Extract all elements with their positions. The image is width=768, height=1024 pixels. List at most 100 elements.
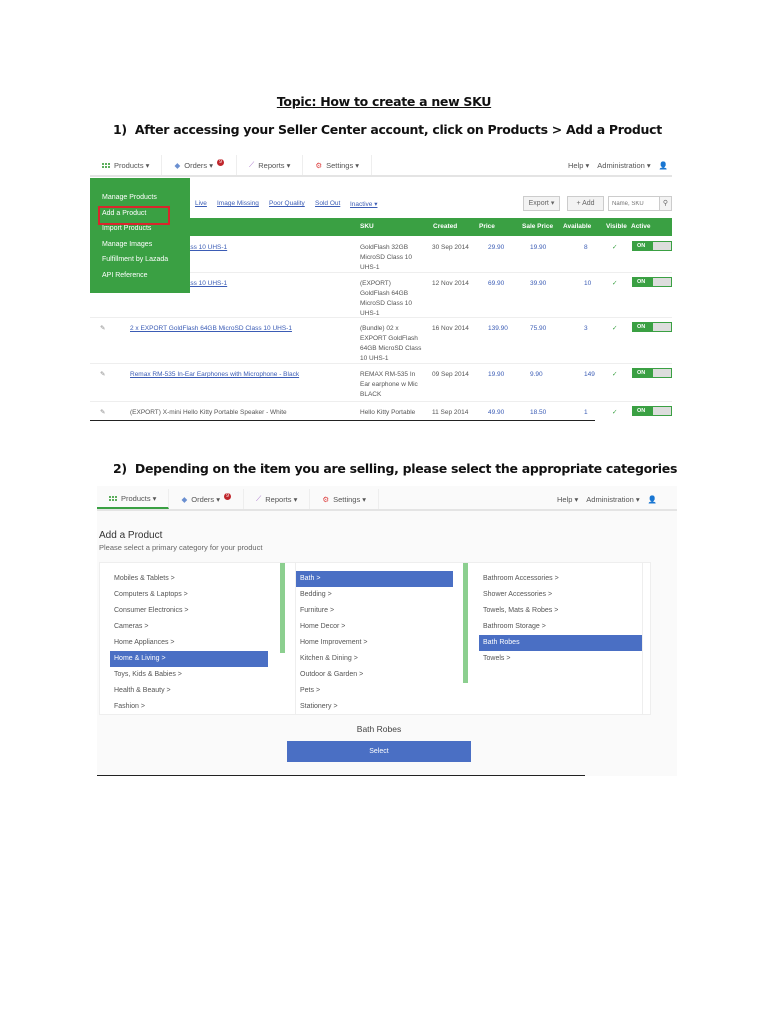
category-item[interactable]: Kitchen & Dining > bbox=[296, 651, 453, 667]
toggle-label: ON bbox=[633, 242, 653, 250]
menu-manage-images[interactable]: Manage Images bbox=[102, 239, 190, 255]
category-item[interactable]: Home Improvement > bbox=[296, 635, 453, 651]
category-item[interactable]: Consumer Electronics > bbox=[110, 603, 268, 619]
nav-reports[interactable]: ⟋ Reports ▾ bbox=[237, 155, 304, 175]
category-item[interactable]: Home Decor > bbox=[296, 619, 453, 635]
col-sku[interactable]: SKU bbox=[360, 223, 374, 230]
category-item[interactable]: Bedding > bbox=[296, 587, 453, 603]
nav-products[interactable]: Products ▾ bbox=[90, 155, 163, 175]
menu-manage-products[interactable]: Manage Products bbox=[102, 192, 190, 208]
nav-orders[interactable]: ◆ Orders ▾ 9 bbox=[162, 155, 238, 175]
nav-label: Settings ▾ bbox=[333, 494, 367, 504]
category-item[interactable]: Shower Accessories > bbox=[479, 587, 642, 603]
nav-administration[interactable]: Administration ▾ bbox=[597, 161, 650, 170]
toggle-label: ON bbox=[633, 323, 653, 331]
category-item[interactable]: Toys, Kids & Babies > bbox=[110, 667, 268, 683]
filter-inactive[interactable]: Inactive ▾ bbox=[350, 200, 377, 208]
filter-live[interactable]: Live bbox=[195, 200, 207, 207]
pencil-icon[interactable]: ✎ bbox=[100, 370, 105, 380]
menu-fulfillment-by-lazada[interactable]: Fulfillment by Lazada bbox=[102, 254, 190, 270]
nav-settings[interactable]: ⚙ Settings ▾ bbox=[310, 489, 380, 509]
menu-import-products[interactable]: Import Products bbox=[102, 223, 190, 239]
price: 49.90 bbox=[488, 409, 505, 416]
selected-category: Bath Robes bbox=[356, 724, 402, 734]
col-sale-price[interactable]: Sale Price bbox=[522, 223, 553, 230]
scrollbar[interactable] bbox=[280, 563, 285, 653]
user-icon[interactable]: 👤 bbox=[648, 495, 657, 504]
pencil-icon[interactable]: ✎ bbox=[100, 408, 105, 418]
nav-products[interactable]: Products ▾ bbox=[97, 489, 170, 509]
created: 12 Nov 2014 bbox=[432, 280, 469, 287]
menu-add-a-product[interactable]: Add a Product bbox=[98, 205, 170, 225]
col-created[interactable]: Created bbox=[433, 223, 457, 230]
product-name[interactable]: Remax RM-535 In-Ear Earphones with Micro… bbox=[130, 370, 299, 380]
search-icon[interactable]: ⚲ bbox=[659, 196, 672, 211]
category-item[interactable]: Health & Beauty > bbox=[110, 683, 268, 699]
category-item[interactable]: Towels, Mats & Robes > bbox=[479, 603, 642, 619]
scrollbar[interactable] bbox=[463, 563, 468, 683]
visible-check-icon: ✓ bbox=[612, 280, 618, 287]
price: 19.90 bbox=[488, 371, 505, 378]
nav-help[interactable]: Help ▾ bbox=[568, 161, 589, 170]
section-title: Add a Product bbox=[99, 530, 163, 541]
step-number: 2) bbox=[113, 461, 127, 476]
product-name: (EXPORT) X-mini Hello Kitty Portable Spe… bbox=[130, 409, 287, 416]
nav-administration[interactable]: Administration ▾ bbox=[586, 495, 639, 504]
chart-icon: ⟋ bbox=[256, 494, 262, 503]
filter-image-missing[interactable]: Image Missing bbox=[217, 200, 259, 207]
pencil-icon[interactable]: ✎ bbox=[100, 324, 105, 334]
nav-label: Orders ▾ bbox=[191, 494, 221, 504]
menu-api-reference[interactable]: API Reference bbox=[102, 270, 190, 286]
category-item[interactable]: Cameras > bbox=[110, 619, 268, 635]
sale-price: 9.90 bbox=[530, 371, 543, 378]
category-item[interactable]: Bath Robes bbox=[479, 635, 642, 651]
product-name[interactable]: 2 x EXPORT GoldFlash 64GB MicroSD Class … bbox=[130, 324, 292, 334]
category-item[interactable]: Furniture > bbox=[296, 603, 453, 619]
category-item[interactable]: Bathroom Storage > bbox=[479, 619, 642, 635]
nav-help[interactable]: Help ▾ bbox=[557, 495, 578, 504]
category-picker: Mobiles & Tablets > Computers & Laptops >… bbox=[99, 562, 651, 715]
category-item[interactable]: Fashion > bbox=[110, 699, 268, 715]
nav-orders[interactable]: ◆ Orders ▾ 9 bbox=[169, 489, 245, 509]
active-toggle[interactable]: ON bbox=[632, 241, 672, 251]
gear-icon: ⚙ bbox=[322, 494, 330, 504]
category-item[interactable]: Mobiles & Tablets > bbox=[110, 571, 268, 587]
active-toggle[interactable]: ON bbox=[632, 406, 672, 416]
category-item[interactable]: Stationery > bbox=[296, 699, 453, 715]
nav-settings[interactable]: ⚙ Settings ▾ bbox=[303, 155, 373, 175]
table-row: ✎ Remax RM-535 In-Ear Earphones with Mic… bbox=[90, 364, 672, 402]
search-input[interactable] bbox=[608, 196, 660, 211]
active-toggle[interactable]: ON bbox=[632, 322, 672, 332]
col-price[interactable]: Price bbox=[479, 223, 495, 230]
add-button[interactable]: + Add bbox=[567, 196, 604, 211]
orders-badge: 9 bbox=[224, 492, 232, 500]
active-toggle[interactable]: ON bbox=[632, 277, 672, 287]
category-item[interactable]: Pets > bbox=[296, 683, 453, 699]
sku: Hello Kitty Portable bbox=[360, 409, 416, 416]
created: 11 Sep 2014 bbox=[432, 409, 469, 416]
nav-reports[interactable]: ⟋ Reports ▾ bbox=[244, 489, 311, 509]
nav-label: Reports ▾ bbox=[265, 494, 298, 504]
filter-sold-out[interactable]: Sold Out bbox=[315, 200, 340, 207]
col-active[interactable]: Active bbox=[631, 223, 651, 230]
category-item[interactable]: Home Appliances > bbox=[110, 635, 268, 651]
section-subtitle: Please select a primary category for you… bbox=[99, 543, 263, 552]
add-product-screenshot: Products ▾ ◆ Orders ▾ 9 ⟋ Reports ▾ ⚙ Settin… bbox=[97, 486, 677, 776]
category-item[interactable]: Towels > bbox=[479, 651, 642, 667]
select-button[interactable]: Select bbox=[287, 741, 471, 762]
category-item[interactable]: Home & Living > bbox=[110, 651, 268, 667]
top-nav: Products ▾ ◆ Orders ▾ 9 ⟋ Reports ▾ ⚙ Settin… bbox=[97, 489, 677, 511]
orders-badge: 9 bbox=[217, 158, 225, 166]
filter-poor-quality[interactable]: Poor Quality bbox=[269, 200, 305, 207]
col-available[interactable]: Available bbox=[563, 223, 591, 230]
category-item[interactable]: Computers & Laptops > bbox=[110, 587, 268, 603]
export-button[interactable]: Export ▾ bbox=[523, 196, 560, 211]
col-visible[interactable]: Visible bbox=[606, 223, 627, 230]
price: 29.90 bbox=[488, 244, 505, 251]
sku: REMAX RM-535 In Ear earphone w Mic BLACK bbox=[360, 371, 418, 398]
category-item[interactable]: Outdoor & Garden > bbox=[296, 667, 453, 683]
category-item[interactable]: Bath > bbox=[296, 571, 453, 587]
user-icon[interactable]: 👤 bbox=[659, 161, 668, 170]
active-toggle[interactable]: ON bbox=[632, 368, 672, 378]
category-item[interactable]: Bathroom Accessories > bbox=[479, 571, 642, 587]
